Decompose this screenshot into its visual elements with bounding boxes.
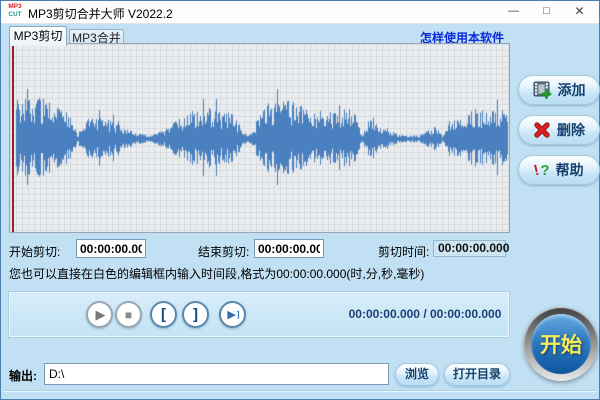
start-button-label: 开始: [531, 314, 591, 374]
app-window: MP3 CUT MP3剪切合并大师 V2022.2 — □ ✕ MP3剪切 MP…: [0, 0, 600, 400]
minimize-icon[interactable]: —: [499, 1, 528, 22]
play-icon: ▶: [96, 307, 106, 323]
play-button[interactable]: ▶: [86, 301, 113, 328]
left-bracket-icon: [: [161, 307, 166, 322]
help-button[interactable]: !? 帮助: [518, 155, 600, 185]
output-label: 输出:: [9, 367, 37, 384]
waveform-panel[interactable]: [9, 43, 510, 233]
end-cut-label: 结束剪切:: [198, 243, 249, 260]
hint-text: 您也可以直接在白色的编辑框内输入时间段,格式为00:00:00.000(时,分,…: [9, 265, 424, 282]
waveform-canvas[interactable]: [10, 44, 509, 232]
add-button[interactable]: 添加: [518, 75, 600, 105]
stop-button[interactable]: ■: [115, 301, 142, 328]
add-button-label: 添加: [558, 80, 586, 100]
end-cut-input[interactable]: [254, 239, 324, 258]
delete-x-icon: [533, 121, 551, 139]
start-cut-label: 开始剪切:: [9, 243, 60, 260]
player-panel: ▶ ■ [ ] ▶] 00:00:00.000 / 00:00:00.000: [9, 292, 509, 337]
open-directory-button[interactable]: 打开目录: [444, 363, 510, 386]
tab-mp3-cut[interactable]: MP3剪切: [9, 26, 67, 46]
logo-top: MP3: [7, 3, 24, 10]
playback-time-display: 00:00:00.000 / 00:00:00.000: [340, 307, 510, 321]
title-bar: MP3 CUT MP3剪切合并大师 V2022.2 — □ ✕: [1, 1, 599, 24]
delete-button[interactable]: 删除: [518, 115, 600, 145]
cut-duration-value: 00:00:00.000: [433, 240, 506, 257]
cut-duration-label: 剪切时间:: [378, 243, 429, 260]
right-bracket-icon: ]: [193, 307, 198, 322]
app-logo-icon: MP3 CUT: [6, 3, 24, 20]
bottom-divider: [3, 390, 597, 392]
play-selection-button[interactable]: ▶]: [219, 301, 246, 328]
help-icon: !?: [534, 163, 549, 178]
mark-start-button[interactable]: [: [150, 301, 177, 328]
window-title: MP3剪切合并大师 V2022.2: [28, 5, 173, 22]
playhead-position-line[interactable]: [12, 44, 14, 232]
logo-bottom: CUT: [7, 11, 24, 18]
browse-button[interactable]: 浏览: [395, 363, 439, 386]
output-path-input[interactable]: [44, 363, 389, 385]
stop-icon: ■: [125, 308, 132, 322]
start-cut-input[interactable]: [76, 239, 146, 258]
close-icon[interactable]: ✕: [565, 1, 594, 22]
maximize-icon[interactable]: □: [532, 1, 561, 22]
add-media-icon: [533, 81, 552, 99]
start-button[interactable]: 开始: [524, 307, 598, 381]
delete-button-label: 删除: [557, 120, 585, 140]
mark-end-button[interactable]: ]: [182, 301, 209, 328]
play-selection-icon: ▶: [227, 308, 235, 321]
help-button-label: 帮助: [556, 160, 584, 180]
